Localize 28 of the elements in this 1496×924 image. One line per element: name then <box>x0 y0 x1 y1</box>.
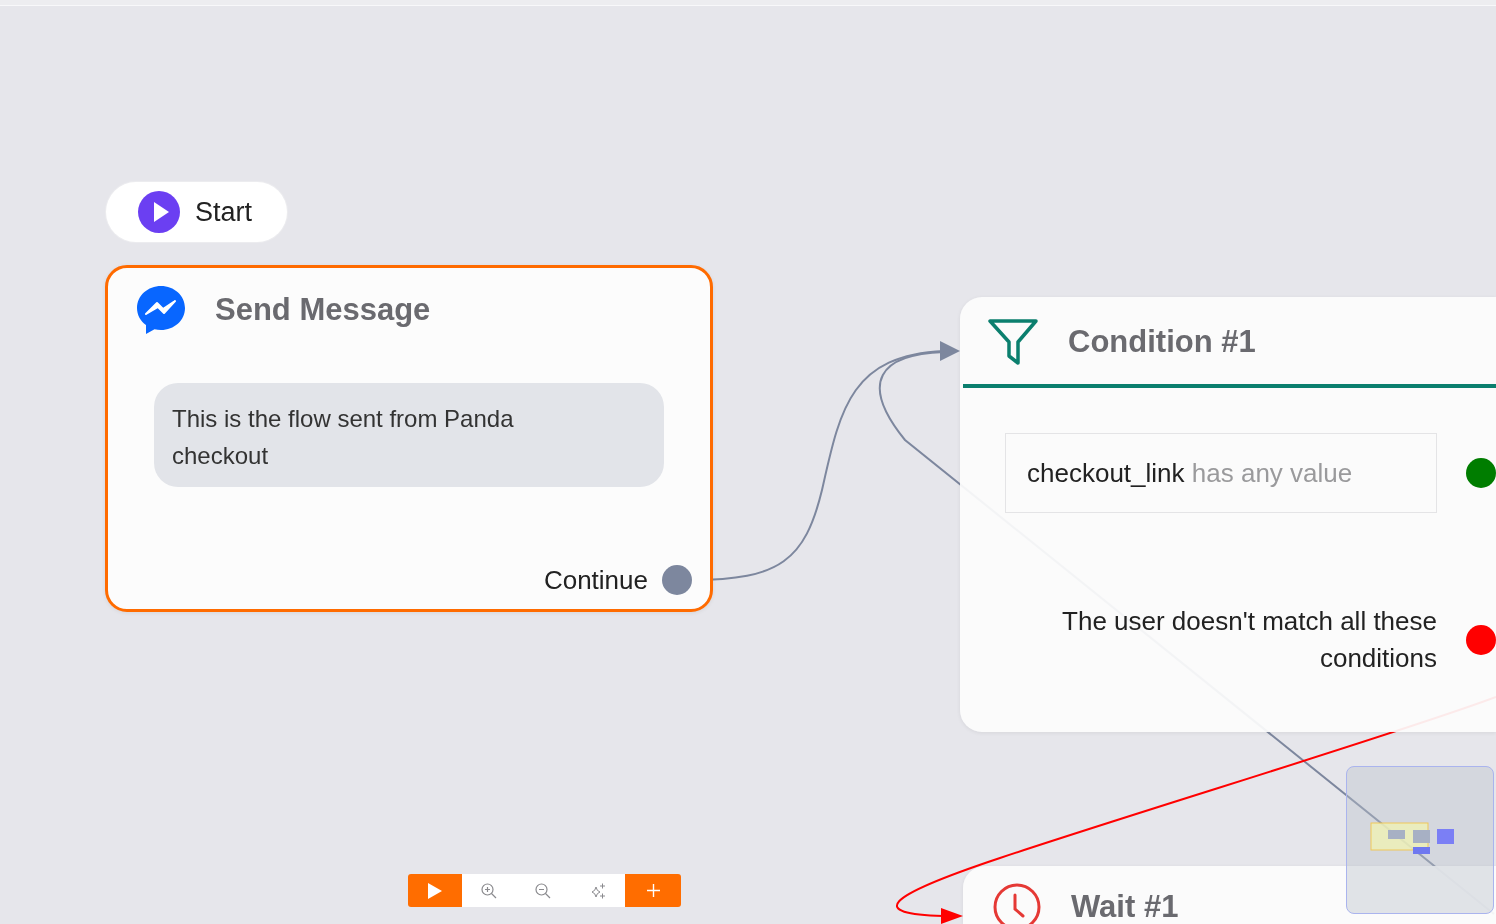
message-bubble: This is the flow sent from Panda checkout <box>154 383 664 487</box>
zoom-in-button[interactable] <box>462 874 516 907</box>
fallback-label: The user doesn't match all these conditions <box>1061 605 1437 675</box>
sparkle-icon <box>589 882 606 899</box>
plus-icon <box>646 884 660 897</box>
output-handle-icon[interactable] <box>662 565 692 595</box>
output-handle-icon[interactable] <box>1466 458 1496 488</box>
filter-icon <box>988 319 1038 365</box>
condition-node[interactable]: Condition #1 checkout_link has any value The user doesn't match all these conditions <box>960 297 1496 732</box>
start-label: Start <box>195 196 253 228</box>
wait-node[interactable]: Wait #1 <box>963 866 1496 924</box>
clock-icon <box>993 883 1041 924</box>
run-button[interactable] <box>408 874 462 907</box>
node-title: Wait #1 <box>1071 889 1179 924</box>
start-node[interactable]: Start <box>106 182 287 242</box>
node-title: Send Message <box>215 292 431 328</box>
output-handle-icon[interactable] <box>1466 625 1496 655</box>
sparkle-button[interactable] <box>570 874 625 907</box>
chat-bubble-icon <box>136 285 186 335</box>
play-icon <box>428 882 442 899</box>
node-title: Condition #1 <box>1068 324 1256 360</box>
minimap-overlay[interactable] <box>1346 766 1494 914</box>
add-button[interactable] <box>625 874 681 907</box>
zoom-out-icon <box>535 882 551 899</box>
output-label: Continue <box>543 565 648 595</box>
play-icon <box>138 191 180 233</box>
message-node[interactable]: Send Message This is the flow sent from Panda checkout Continue <box>105 265 713 612</box>
zoom-in-icon <box>481 882 497 899</box>
